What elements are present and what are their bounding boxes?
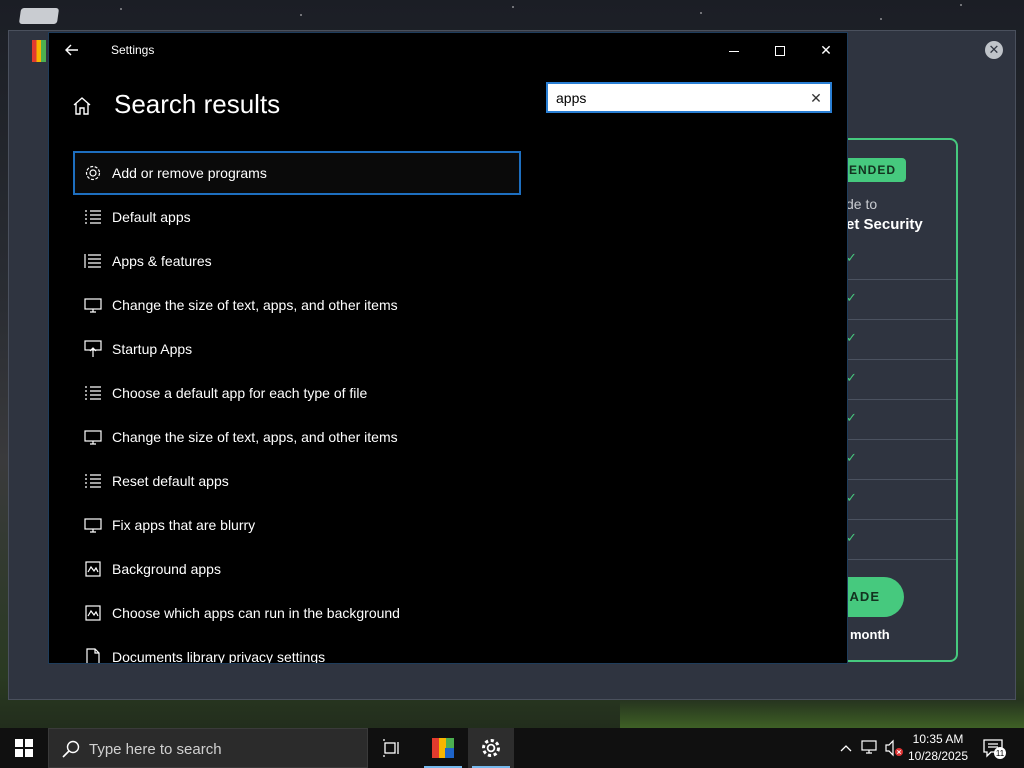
result-label: Choose a default app for each type of fi… (112, 385, 368, 401)
result-documents-privacy[interactable]: Documents library privacy settings (73, 635, 521, 664)
notification-icon: 11 (983, 739, 1006, 759)
taskbar-app-antivirus[interactable] (420, 728, 466, 768)
gear-icon (83, 163, 103, 183)
result-label: Fix apps that are blurry (112, 517, 256, 533)
result-change-size-text[interactable]: Change the size of text, apps, and other… (73, 283, 521, 327)
monitor-icon (83, 515, 103, 535)
result-label: Choose which apps can run in the backgro… (112, 605, 400, 621)
result-label: Default apps (112, 209, 191, 225)
list-icon (83, 471, 103, 491)
notification-center-button[interactable]: 11 (982, 738, 1006, 760)
chevron-up-icon (840, 745, 852, 752)
result-label: Background apps (112, 561, 221, 577)
result-startup-apps[interactable]: Startup Apps (73, 327, 521, 371)
result-label: Apps & features (112, 253, 212, 269)
result-label: Change the size of text, apps, and other… (112, 297, 398, 313)
minimize-button[interactable] (711, 33, 757, 67)
windows-icon (15, 739, 33, 757)
minimize-icon (729, 50, 739, 52)
result-apps-features[interactable]: Apps & features (73, 239, 521, 283)
volume-muted-icon[interactable] (884, 738, 904, 758)
result-background-apps[interactable]: Background apps (73, 547, 521, 591)
window-title: Settings (111, 43, 155, 57)
notification-count: 11 (996, 749, 1005, 758)
result-add-remove-programs[interactable]: Add or remove programs (73, 151, 521, 195)
antivirus-app-icon (432, 738, 454, 758)
back-button[interactable] (59, 39, 85, 61)
search-input[interactable] (556, 88, 806, 108)
activity-icon (83, 559, 103, 579)
result-choose-background-apps[interactable]: Choose which apps can run in the backgro… (73, 591, 521, 635)
result-label: Documents library privacy settings (112, 649, 326, 664)
result-label: Add or remove programs (112, 165, 267, 181)
result-default-app-file-type[interactable]: Choose a default app for each type of fi… (73, 371, 521, 415)
plan-subtitle: de to (846, 196, 878, 212)
list-icon (83, 251, 103, 271)
monitor-icon (83, 295, 103, 315)
gear-icon (482, 739, 500, 757)
search-results-list: Add or remove programs Default apps Apps… (73, 151, 521, 664)
close-button[interactable]: ✕ (803, 33, 847, 67)
search-placeholder: Type here to search (89, 741, 222, 758)
network-icon[interactable] (860, 738, 880, 758)
clock-time: 10:35 AM (912, 732, 964, 746)
taskbar-search[interactable]: Type here to search (48, 728, 368, 768)
price-text: month (850, 627, 890, 642)
monitor-icon (83, 427, 103, 447)
result-reset-default-apps[interactable]: Reset default apps (73, 459, 521, 503)
result-label: Startup Apps (112, 341, 193, 357)
result-label: Change the size of text, apps, and other… (112, 429, 398, 445)
taskbar: Type here to search 10:35 AM 10/28/2025 (0, 728, 1024, 768)
result-fix-blurry-apps[interactable]: Fix apps that are blurry (73, 503, 521, 547)
clear-search-button[interactable]: ✕ (808, 88, 824, 108)
search-icon (62, 740, 80, 758)
task-view-icon (383, 739, 399, 757)
recycle-bin-icon (18, 8, 60, 24)
search-box[interactable]: ✕ (546, 82, 832, 113)
maximize-button[interactable] (757, 33, 803, 67)
background-app-close-button[interactable]: ✕ (985, 41, 1003, 59)
list-icon (83, 207, 103, 227)
app-logo-icon (32, 40, 46, 62)
clock-date: 10/28/2025 (907, 749, 969, 763)
home-icon[interactable] (71, 95, 95, 119)
document-icon (83, 647, 103, 663)
startup-icon (83, 339, 103, 359)
plan-name: et Security (846, 216, 923, 233)
maximize-icon (775, 46, 785, 57)
title-bar: Settings ✕ (49, 33, 847, 67)
task-view-button[interactable] (369, 728, 415, 768)
taskbar-app-settings[interactable] (468, 728, 514, 768)
activity-icon (83, 603, 103, 623)
result-label: Reset default apps (112, 473, 229, 489)
arrow-left-icon (65, 44, 78, 56)
settings-window: Settings ✕ Search results ✕ Add or remov… (48, 32, 848, 664)
list-icon (83, 383, 103, 403)
system-clock[interactable]: 10:35 AM 10/28/2025 (902, 731, 974, 765)
start-button[interactable] (0, 728, 48, 768)
result-default-apps[interactable]: Default apps (73, 195, 521, 239)
show-hidden-icons-button[interactable] (836, 738, 856, 758)
page-title: Search results (114, 89, 281, 119)
result-change-size-text-2[interactable]: Change the size of text, apps, and other… (73, 415, 521, 459)
